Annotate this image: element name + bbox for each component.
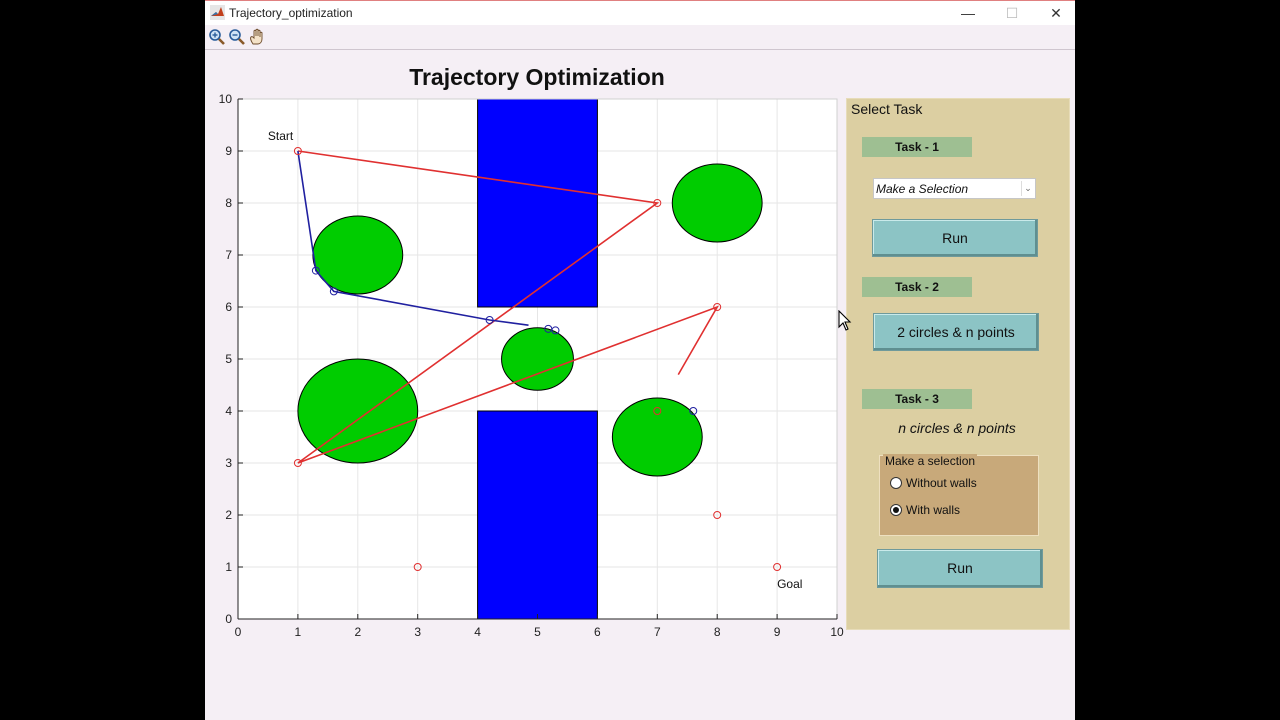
radio-unchecked-icon (890, 477, 902, 489)
x-tick-label: 9 (774, 625, 781, 639)
circle-obstacle (501, 327, 574, 391)
pan-hand-icon[interactable] (247, 27, 267, 47)
x-tick-label: 10 (830, 625, 844, 639)
task1-run-button[interactable]: Run (872, 219, 1038, 257)
task3-badge: Task - 3 (862, 389, 972, 409)
radio-label: Without walls (906, 476, 977, 490)
chevron-down-icon: ⌄ (1021, 181, 1034, 196)
x-tick-label: 2 (354, 625, 361, 639)
window-title: Trajectory_optimization (229, 6, 353, 20)
task3-run-button[interactable]: Run (877, 549, 1043, 588)
start-label: Start (268, 129, 294, 143)
y-tick-label: 0 (225, 612, 232, 626)
radio-with-walls[interactable]: With walls (890, 503, 960, 517)
x-tick-label: 3 (414, 625, 421, 639)
task3-description: n circles & n points (898, 420, 1016, 436)
close-button[interactable]: ✕ (1034, 2, 1078, 24)
wall-obstacle (477, 98, 598, 308)
trajectory-plot: 0 1 2 3 4 5 6 7 8 9 10 0 1 2 3 4 5 6 7 8 9 10 Start Goal (219, 92, 844, 639)
select-task-panel: Select Task Task - 1 Make a Selection ⌄ … (846, 98, 1070, 630)
figure-window: Trajectory_optimization — ☐ ✕ Trajectory… (205, 0, 1075, 720)
wall-selection-group: Make a selection Without walls With wall… (879, 454, 1039, 536)
x-tick-label: 1 (295, 625, 302, 639)
radio-checked-icon (890, 504, 902, 516)
x-tick-label: 8 (714, 625, 721, 639)
y-tick-label: 4 (225, 404, 232, 418)
y-tick-label: 7 (225, 248, 232, 262)
y-tick-label: 9 (225, 144, 232, 158)
circle-obstacle (297, 358, 419, 464)
y-tick-label: 2 (225, 508, 232, 522)
y-tick-label: 3 (225, 456, 232, 470)
two-circles-button[interactable]: 2 circles & n points (873, 313, 1039, 351)
task2-badge: Task - 2 (862, 277, 972, 297)
x-tick-label: 4 (474, 625, 481, 639)
minimize-button[interactable]: — (946, 2, 990, 24)
radio-label: With walls (906, 503, 961, 517)
matlab-logo-icon (210, 5, 225, 20)
x-tick-label: 7 (654, 625, 661, 639)
maximize-button[interactable]: ☐ (990, 2, 1034, 24)
dropdown-value: Make a Selection (876, 182, 969, 196)
task1-dropdown[interactable]: Make a Selection ⌄ (873, 178, 1036, 199)
x-tick-label: 0 (235, 625, 242, 639)
plot-title: Trajectory Optimization (409, 64, 665, 90)
mouse-cursor-icon (838, 310, 852, 331)
y-tick-label: 5 (225, 352, 232, 366)
y-tick-label: 8 (225, 196, 232, 210)
y-tick-label: 10 (219, 92, 233, 106)
zoom-out-icon[interactable] (227, 27, 247, 47)
panel-title: Select Task (851, 101, 923, 117)
title-bar: Trajectory_optimization — ☐ ✕ (205, 0, 1075, 25)
zoom-in-icon[interactable] (207, 27, 227, 47)
x-tick-label: 6 (594, 625, 601, 639)
selection-group-title: Make a selection (883, 454, 978, 468)
radio-without-walls[interactable]: Without walls (890, 476, 977, 490)
figure-toolbar (205, 25, 1075, 50)
y-tick-label: 1 (225, 560, 232, 574)
wall-obstacle (477, 410, 598, 620)
goal-label: Goal (777, 577, 802, 591)
x-tick-label: 5 (534, 625, 541, 639)
y-tick-label: 6 (225, 300, 232, 314)
circle-obstacle (611, 397, 703, 477)
circle-obstacle (671, 163, 763, 243)
task1-badge: Task - 1 (862, 137, 972, 157)
